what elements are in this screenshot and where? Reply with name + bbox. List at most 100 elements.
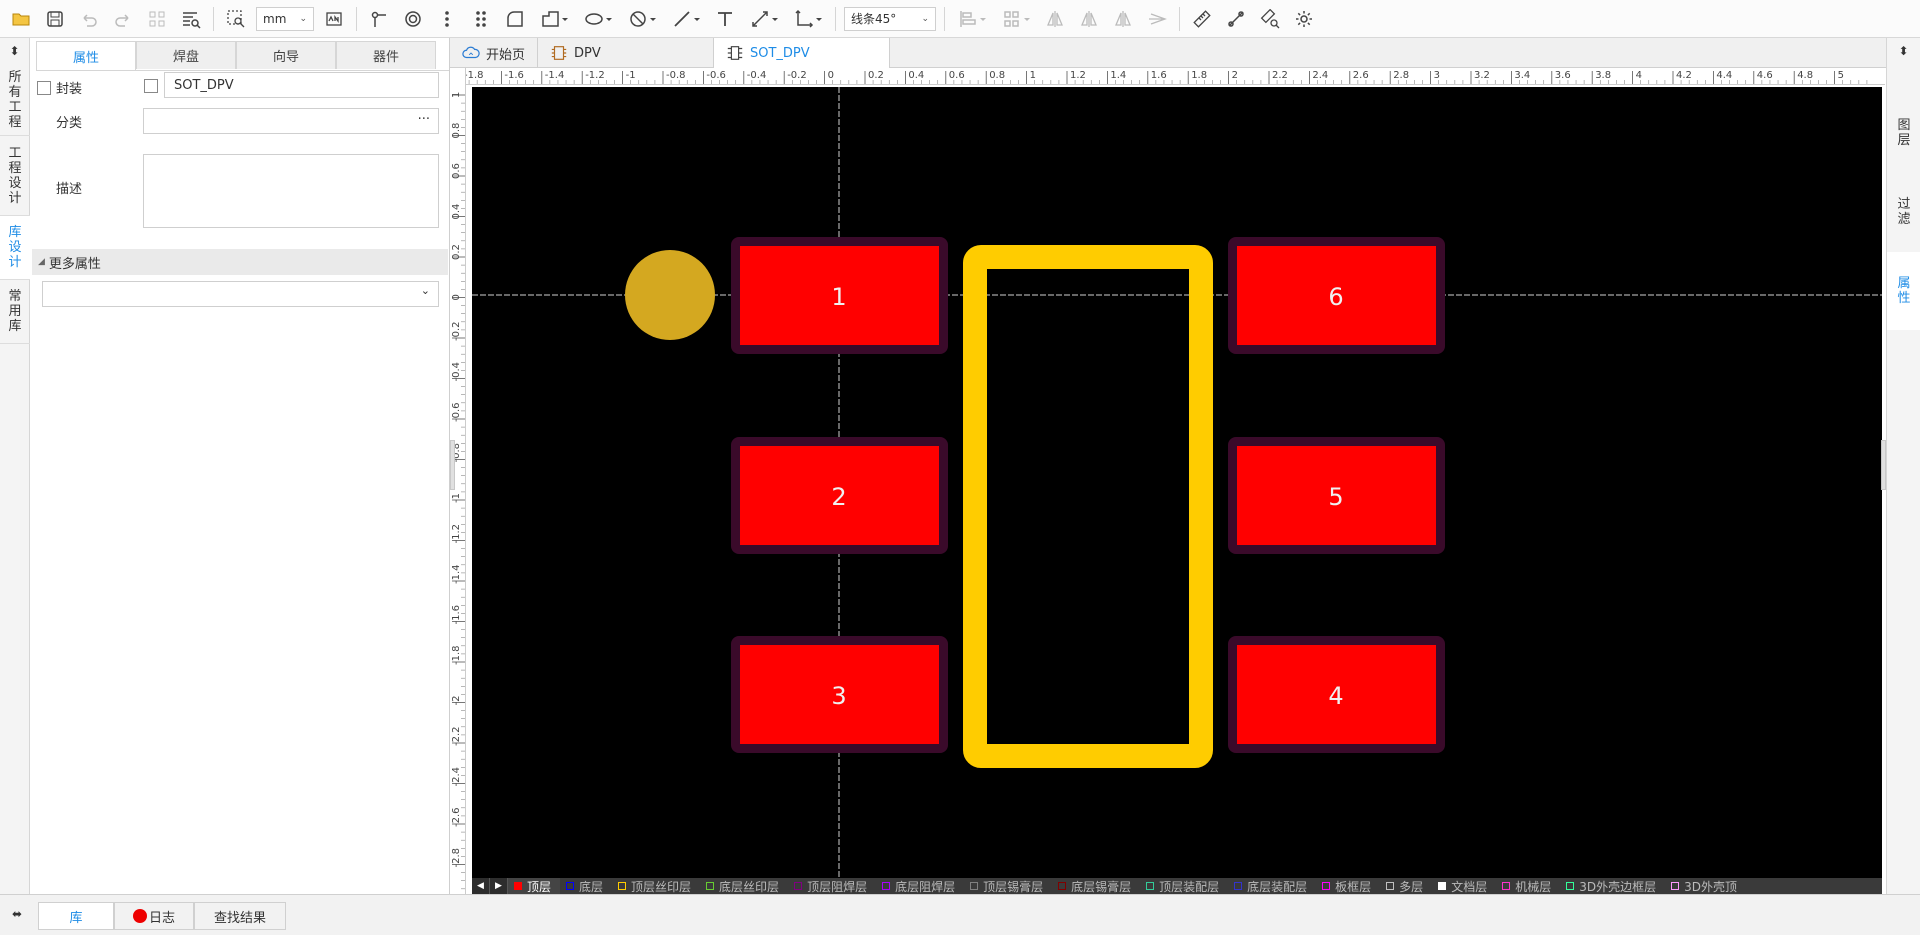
- tab-library[interactable]: 库: [38, 902, 114, 930]
- tab-devices[interactable]: 器件: [336, 41, 436, 69]
- align-icon[interactable]: [950, 0, 994, 38]
- pad-array-icon[interactable]: [464, 0, 498, 38]
- design-rule-icon[interactable]: [1253, 0, 1287, 38]
- mirror-icon[interactable]: [1072, 0, 1106, 38]
- scroll-left-icon[interactable]: ◀: [472, 878, 490, 894]
- flip-icon[interactable]: [1038, 0, 1072, 38]
- tab-dpv[interactable]: DPV: [538, 38, 714, 68]
- layer-tab[interactable]: 机械层: [1496, 878, 1560, 894]
- text-icon[interactable]: [708, 0, 742, 38]
- pad[interactable]: 1: [731, 237, 948, 354]
- ruler-label: 0.6: [949, 70, 965, 81]
- cloud-home-icon: [462, 46, 480, 59]
- pin-array-icon[interactable]: [430, 0, 464, 38]
- tab-common-library[interactable]: 常用库: [0, 280, 30, 344]
- coordinate-icon[interactable]: [786, 0, 830, 38]
- pad[interactable]: 4: [1228, 636, 1445, 753]
- property-panel: 属性 焊盘 向导 器件 封装 SOT_DPV 分类 ··· 描述 ◢ 更多属性 …: [30, 38, 450, 894]
- layer-tab[interactable]: 3D外壳边框层: [1560, 878, 1665, 894]
- layer-tab[interactable]: 顶层装配层: [1140, 878, 1228, 894]
- layer-tab[interactable]: 底层锡膏层: [1052, 878, 1140, 894]
- tab-sot-dpv[interactable]: SOT_DPV: [714, 38, 890, 68]
- redo-icon[interactable]: [106, 0, 140, 38]
- pad[interactable]: 6: [1228, 237, 1445, 354]
- pad-number: 3: [831, 682, 846, 710]
- footprint-name-checkbox[interactable]: [144, 79, 158, 93]
- description-textarea[interactable]: [143, 154, 439, 228]
- cross-probe-icon[interactable]: [1219, 0, 1253, 38]
- chevron-down-icon: ⌄: [420, 284, 430, 297]
- open-folder-icon[interactable]: [4, 0, 38, 38]
- unit-select[interactable]: mm ⌄: [256, 6, 314, 31]
- zoom-select-icon[interactable]: [219, 0, 253, 38]
- tab-properties[interactable]: 属性: [36, 41, 136, 70]
- round-rect-icon[interactable]: [498, 0, 532, 38]
- measure-icon[interactable]: [362, 0, 396, 38]
- layer-tab[interactable]: 底层: [560, 878, 612, 894]
- pad[interactable]: 5: [1228, 437, 1445, 554]
- pin-icon[interactable]: ⬍: [0, 38, 29, 64]
- via-icon[interactable]: [396, 0, 430, 38]
- layer-tab[interactable]: 底层丝印层: [700, 878, 788, 894]
- more-options-button[interactable]: ···: [418, 112, 430, 127]
- layer-tab[interactable]: 顶层阻焊层: [788, 878, 876, 894]
- layer-tab[interactable]: 多层: [1380, 878, 1432, 894]
- no-entry-icon[interactable]: [620, 0, 664, 38]
- pin-icon[interactable]: ⬍: [1887, 38, 1920, 64]
- layer-tab[interactable]: 文档层: [1432, 878, 1496, 894]
- tab-properties-right[interactable]: 属性: [1887, 252, 1920, 330]
- pad[interactable]: 3: [731, 636, 948, 753]
- ruler-icon[interactable]: [1185, 0, 1219, 38]
- scroll-right-icon[interactable]: ▶: [490, 878, 508, 894]
- layer-tab[interactable]: 顶层丝印层: [612, 878, 700, 894]
- dimension-icon[interactable]: [742, 0, 786, 38]
- tab-wizard[interactable]: 向导: [236, 41, 336, 69]
- layer-tab[interactable]: 3D外壳顶: [1665, 878, 1746, 894]
- more-properties-select[interactable]: ⌄: [42, 281, 439, 307]
- save-icon[interactable]: [38, 0, 72, 38]
- horizontal-ruler-ticks: -1.8 -1.6 -1.4 -1.2 -1 -0.8 -0.6 -0.4 -0.2 0 0.2 0.…: [465, 70, 1868, 84]
- tab-search-results[interactable]: 查找结果: [194, 902, 286, 930]
- ruler-label: -2.8: [451, 848, 462, 868]
- layer-tab[interactable]: 底层阻焊层: [876, 878, 964, 894]
- route-icon[interactable]: [1140, 0, 1174, 38]
- left-splitter-handle[interactable]: [450, 440, 455, 490]
- layer-tab[interactable]: 板框层: [1316, 878, 1380, 894]
- more-properties-header[interactable]: ◢ 更多属性: [32, 249, 448, 275]
- tab-all-projects[interactable]: 所有工程: [0, 64, 30, 136]
- undo-icon[interactable]: [72, 0, 106, 38]
- unit-icon[interactable]: [317, 0, 351, 38]
- ellipse-icon[interactable]: [576, 0, 620, 38]
- polygon-icon[interactable]: [532, 0, 576, 38]
- pin-icon[interactable]: ⬌: [12, 907, 22, 921]
- layer-label: 多层: [1399, 879, 1424, 894]
- routing-mode-select[interactable]: 线条45° ⌄: [844, 6, 936, 31]
- footprint-checkbox[interactable]: [37, 80, 51, 95]
- tab-start-page[interactable]: 开始页: [450, 38, 538, 68]
- line-icon[interactable]: [664, 0, 708, 38]
- distribute-icon[interactable]: [994, 0, 1038, 38]
- category-input[interactable]: ···: [143, 108, 439, 134]
- tab-log[interactable]: 日志: [114, 902, 194, 930]
- grid-icon[interactable]: [140, 0, 174, 38]
- tab-label: SOT_DPV: [750, 45, 810, 61]
- settings-icon[interactable]: [1287, 0, 1321, 38]
- tab-filter[interactable]: 过滤: [1887, 172, 1920, 252]
- tab-project-design[interactable]: 工程设计: [0, 136, 30, 216]
- tab-layers[interactable]: 图层: [1887, 94, 1920, 172]
- tab-pads[interactable]: 焊盘: [136, 41, 236, 69]
- rotate-icon[interactable]: [1106, 0, 1140, 38]
- ruler-label: 0.8: [451, 123, 462, 139]
- layer-tab[interactable]: 底层装配层: [1228, 878, 1316, 894]
- pad[interactable]: 2: [731, 437, 948, 554]
- layer-color-swatch: [1566, 882, 1575, 890]
- tab-library-design[interactable]: 库设计: [0, 216, 30, 280]
- tab-label: 图层: [1897, 118, 1911, 148]
- footprint-drawing: 1 2 3 4 5 6: [472, 87, 1882, 878]
- layer-tab[interactable]: 顶层锡膏层: [964, 878, 1052, 894]
- ruler-label: 2.4: [1312, 70, 1328, 81]
- pcb-canvas[interactable]: 1 2 3 4 5 6: [472, 87, 1882, 878]
- find-icon[interactable]: [174, 0, 208, 38]
- footprint-name-input[interactable]: SOT_DPV: [164, 72, 439, 98]
- layer-tab[interactable]: 顶层: [508, 878, 561, 894]
